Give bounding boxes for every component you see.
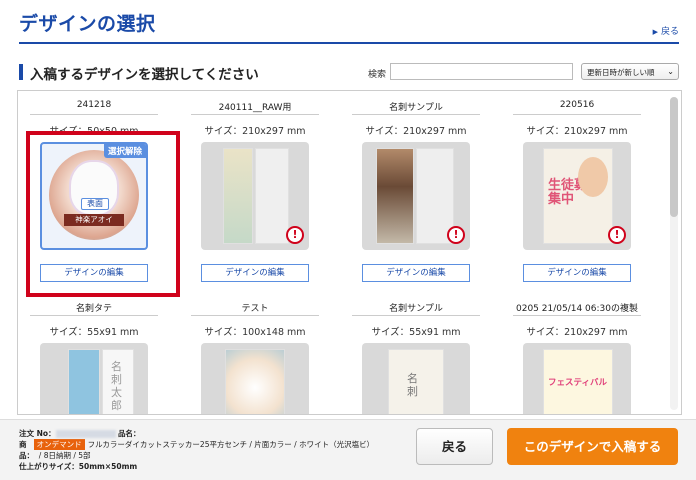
submit-design-button[interactable]: このデザインで入稿する <box>507 428 678 465</box>
card-divider <box>352 315 480 316</box>
document-preview: 名刺 <box>388 349 444 414</box>
card-text: 名刺 <box>407 372 418 398</box>
product-label-3: 品： <box>19 451 34 460</box>
design-thumbnail[interactable]: ! <box>362 142 470 250</box>
design-name: 名刺サンプル <box>389 304 443 314</box>
redacted-order-number <box>55 430 116 438</box>
document-preview <box>376 148 414 244</box>
search-input[interactable] <box>390 63 573 80</box>
design-card[interactable]: テスト サイズ：100x148 mm <box>191 292 319 414</box>
design-card[interactable]: 名刺タテ サイズ：55x91 mm 名刺 太郎 <box>30 292 158 414</box>
design-name: 241218 <box>76 100 112 110</box>
design-card[interactable]: 0205 21/05/14 06:30の複製 サイズ：210x297 mm フェ… <box>513 292 641 414</box>
card-divider <box>191 315 319 316</box>
search-label: 検索 <box>368 70 387 80</box>
design-size: サイズ：210x297 mm <box>204 126 306 137</box>
back-button[interactable]: 戻る <box>416 428 493 465</box>
card-divider <box>513 315 641 316</box>
design-thumbnail[interactable]: 名刺 太郎 <box>40 343 148 414</box>
product-label: 品名： <box>117 429 141 438</box>
document-preview <box>223 148 253 244</box>
design-card[interactable]: 220516 サイズ：210x297 mm 生徒募集中 ! デザインの編集 <box>513 91 641 291</box>
card-divider <box>30 114 158 115</box>
order-number-row: 注文 No： 品名： <box>19 428 374 439</box>
section-accent-bar <box>19 64 23 80</box>
document-preview <box>225 349 285 414</box>
back-link-label: 戻る <box>660 27 679 37</box>
triangle-right-icon: ▶ <box>652 28 658 36</box>
design-card[interactable]: 名刺サンプル サイズ：55x91 mm 名刺 <box>352 292 480 414</box>
card-text: 名刺 太郎 <box>111 360 122 412</box>
design-size: サイズ：210x297 mm <box>365 126 467 137</box>
document-preview <box>68 349 100 414</box>
delivery-row: 品： / 8日納期 / 5部 <box>19 450 374 461</box>
document-preview: フェスティバル <box>543 349 613 414</box>
design-thumbnail[interactable] <box>201 343 309 414</box>
product-label-2: 商 <box>19 440 27 449</box>
edit-design-button[interactable]: デザインの編集 <box>362 264 470 282</box>
order-no-label: 注文 No： <box>19 429 56 438</box>
design-name: 名刺サンプル <box>389 103 443 113</box>
photo-graphic <box>578 157 608 197</box>
document-preview: 生徒募集中 <box>543 148 613 244</box>
card-divider <box>30 315 158 316</box>
document-preview <box>255 148 289 244</box>
design-size: サイズ：100x148 mm <box>204 327 306 338</box>
finish-size-row: 仕上がりサイズ：50mm×50mm <box>19 461 374 472</box>
product-row: 商 オンデマンド フルカラーダイカットステッカー25平方センチ / 片面カラー /… <box>19 439 374 450</box>
design-thumbnail[interactable]: 生徒募集中 ! <box>523 142 631 250</box>
scrollbar[interactable] <box>670 97 678 410</box>
card-divider <box>513 114 641 115</box>
chevron-down-icon: ⌄ <box>667 67 674 76</box>
section-title: 入稿するデザインを選択してください <box>30 67 259 83</box>
back-link[interactable]: ▶ 戻る <box>653 24 679 37</box>
order-info: 注文 No： 品名： 商 オンデマンド フルカラーダイカットステッカー25平方セン… <box>19 428 374 472</box>
card-divider <box>191 114 319 115</box>
warning-icon: ! <box>447 226 465 244</box>
page-header: デザインの選択 ▶ 戻る <box>0 0 696 44</box>
design-name: 220516 <box>559 100 595 110</box>
design-name: 240111__RAW用 <box>218 103 292 113</box>
design-thumbnail[interactable]: 名刺 <box>362 343 470 414</box>
design-size: サイズ：55x91 mm <box>371 327 461 338</box>
warning-icon: ! <box>608 226 626 244</box>
design-name: 0205 21/05/14 06:30の複製 <box>516 304 638 314</box>
design-name: テスト <box>241 304 269 314</box>
card-divider <box>352 114 480 115</box>
ondemand-badge: オンデマンド <box>33 439 85 450</box>
edit-design-button[interactable]: デザインの編集 <box>201 264 309 282</box>
design-name: 名刺タテ <box>75 304 112 314</box>
design-card[interactable]: 名刺サンプル サイズ：210x297 mm ! デザインの編集 <box>352 91 480 291</box>
sort-select[interactable]: 更新日時が新しい順 ⌄ <box>581 63 679 80</box>
edit-design-button[interactable]: デザインの編集 <box>523 264 631 282</box>
document-preview: 名刺 太郎 <box>102 349 134 414</box>
order-footer: 注文 No： 品名： 商 オンデマンド フルカラーダイカットステッカー25平方セン… <box>0 419 696 480</box>
header-divider <box>19 42 679 44</box>
design-thumbnail[interactable]: フェスティバル <box>523 343 631 414</box>
sort-select-value: 更新日時が新しい順 <box>587 68 655 77</box>
page-title: デザインの選択 <box>19 13 156 35</box>
delivery-info: / 8日納期 / 5部 <box>38 451 91 460</box>
flyer-headline: フェスティバル <box>548 378 607 388</box>
design-card[interactable]: 240111__RAW用 サイズ：210x297 mm ! デザインの編集 <box>191 91 319 291</box>
warning-icon: ! <box>286 226 304 244</box>
design-size: サイズ：55x91 mm <box>49 327 139 338</box>
design-thumbnail[interactable]: ! <box>201 142 309 250</box>
scrollbar-thumb[interactable] <box>670 97 678 217</box>
finish-size: 仕上がりサイズ：50mm×50mm <box>19 462 138 471</box>
design-size: サイズ：210x297 mm <box>526 327 628 338</box>
selection-highlight <box>26 131 180 297</box>
product-description: フルカラーダイカットステッカー25平方センチ / 片面カラー / ホワイト（光沢… <box>87 440 375 449</box>
design-size: サイズ：210x297 mm <box>526 126 628 137</box>
